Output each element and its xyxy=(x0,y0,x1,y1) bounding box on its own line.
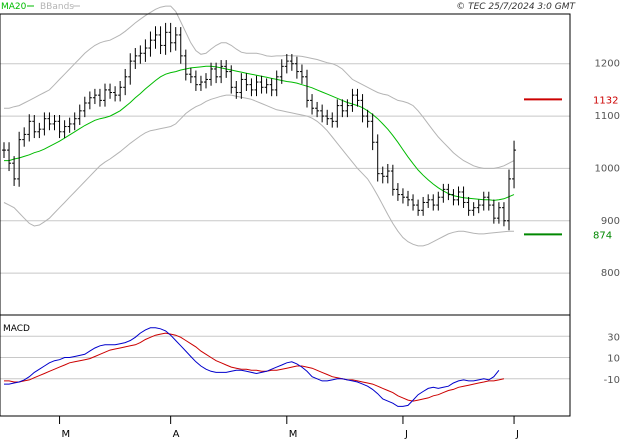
price-tick-label: 1000 xyxy=(595,163,620,174)
ma20-legend-label: MA20 xyxy=(1,2,27,12)
price-tick-label: 1100 xyxy=(595,111,620,122)
bbands-legend-label: BBands xyxy=(40,2,74,12)
x-axis-tick-label: M xyxy=(289,429,298,440)
x-axis-tick-label: J xyxy=(515,429,519,440)
resistance-level-label: 1132 xyxy=(593,95,618,106)
x-axis-tick-label: J xyxy=(404,429,408,440)
price-tick-label: 900 xyxy=(601,216,620,227)
chart-background xyxy=(0,0,627,440)
price-tick-label: 800 xyxy=(601,268,620,279)
copyright-notice: © TEC 25/7/2024 3:0 GMT xyxy=(456,2,576,12)
macd-panel-title: MACD xyxy=(3,324,30,334)
support-level-label: 874 xyxy=(593,230,612,241)
macd-tick-label: 30 xyxy=(607,332,620,343)
x-axis-tick-label: M xyxy=(62,429,71,440)
macd-tick-label: 10 xyxy=(607,354,620,365)
x-axis-tick-label: A xyxy=(173,429,180,440)
macd-tick-label: -10 xyxy=(604,375,620,386)
stock-chart: MA20 BBands © TEC 25/7/2024 3:0 GMT 1132… xyxy=(0,0,627,440)
price-tick-label: 1200 xyxy=(595,59,620,70)
